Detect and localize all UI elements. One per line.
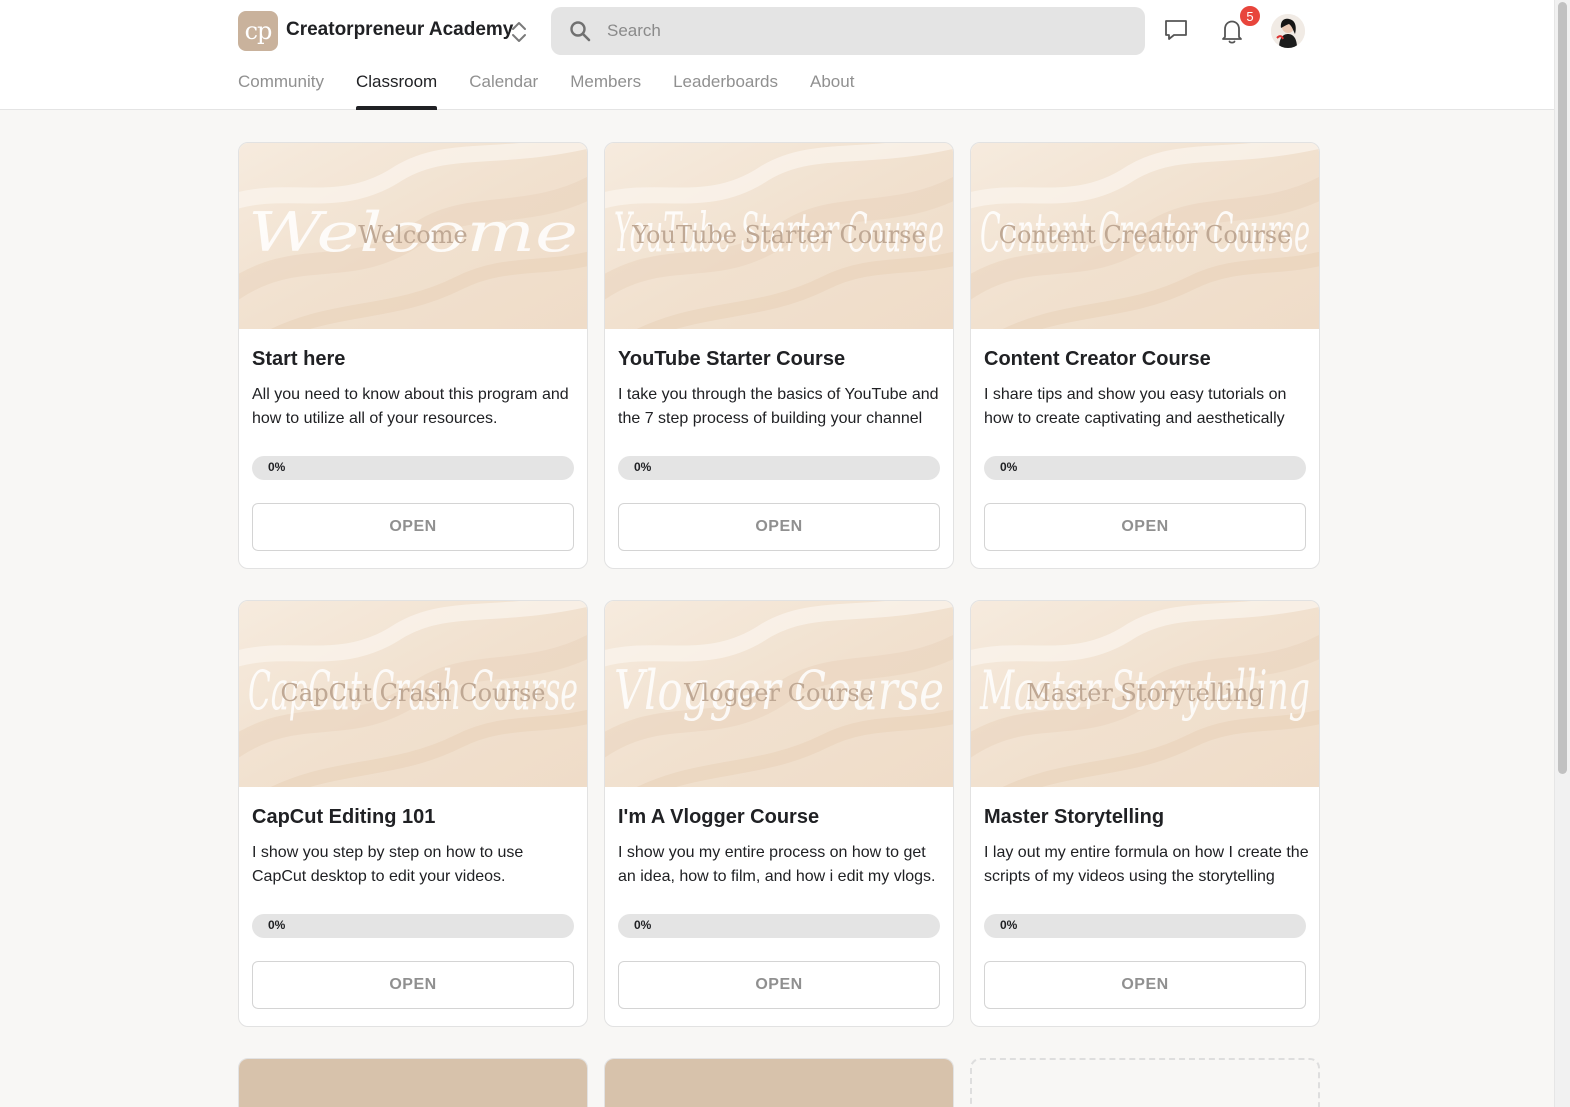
tab-classroom[interactable]: Classroom	[355, 72, 438, 110]
course-description: I share tips and show you easy tutorials…	[984, 386, 1287, 427]
course-progress-bar: 0%	[252, 914, 574, 938]
course-cover-image[interactable]: Welcome Welcome	[239, 143, 587, 329]
course-description: I take you through the basics of YouTube…	[618, 386, 939, 427]
search-icon	[569, 20, 591, 42]
progress-label: 0%	[268, 918, 286, 932]
cover-caption-text: Content Creator Course	[999, 221, 1292, 249]
progress-label: 0%	[1000, 918, 1018, 932]
course-card[interactable]: Content Creator Course Content Creator Co…	[970, 142, 1320, 569]
community-name[interactable]: Creatorpreneur Academy	[286, 19, 513, 41]
course-cover-image[interactable]: Vlogger Course Vlogger Course	[605, 601, 953, 787]
course-progress-bar: 0%	[984, 914, 1306, 938]
search-input[interactable]	[607, 7, 1127, 55]
course-title[interactable]: I'm A Vlogger Course	[618, 806, 819, 829]
course-description: I show you my entire process on how to g…	[618, 844, 936, 885]
open-course-button[interactable]: OPEN	[618, 961, 940, 1009]
tab-members[interactable]: Members	[570, 72, 641, 110]
tab-about[interactable]: About	[810, 72, 854, 110]
course-title[interactable]: CapCut Editing 101	[252, 806, 435, 829]
add-course-placeholder[interactable]	[970, 1058, 1320, 1107]
tab-calendar[interactable]: Calendar	[469, 72, 538, 110]
course-title[interactable]: Start here	[252, 348, 345, 371]
course-title[interactable]: Content Creator Course	[984, 348, 1211, 371]
course-cover-image[interactable]: YouTube Starter Course YouTube Starter Co…	[605, 143, 953, 329]
progress-label: 0%	[1000, 460, 1018, 474]
cover-caption-text: Vlogger Course	[683, 679, 874, 707]
course-progress-bar: 0%	[618, 914, 940, 938]
search-bar[interactable]	[551, 7, 1145, 55]
cover-caption-text: CapCut Crash Course	[281, 679, 546, 707]
chat-icon[interactable]	[1162, 16, 1190, 44]
tab-community[interactable]: Community	[238, 72, 324, 110]
open-course-button[interactable]: OPEN	[252, 503, 574, 551]
cover-caption-text: YouTube Starter Course	[631, 221, 925, 249]
course-card[interactable]: Welcome Welcome Start here All you need to …	[238, 142, 588, 569]
progress-label: 0%	[634, 460, 652, 474]
chevron-up-down-icon[interactable]	[508, 18, 530, 46]
cover-caption-text: Welcome	[358, 221, 467, 249]
course-description: I show you step by step on how to use Ca…	[252, 844, 524, 885]
open-course-button[interactable]: OPEN	[984, 961, 1306, 1009]
course-title[interactable]: Master Storytelling	[984, 806, 1164, 829]
progress-label: 0%	[634, 918, 652, 932]
course-title[interactable]: YouTube Starter Course	[618, 348, 845, 371]
course-card[interactable]	[604, 1058, 954, 1107]
course-cover-image[interactable]: Master Storytelling Master Storytelling	[971, 601, 1319, 787]
top-header: cp Creatorpreneur Academy 5 Community Cl…	[0, 0, 1554, 110]
open-course-button[interactable]: OPEN	[984, 503, 1306, 551]
course-progress-bar: 0%	[618, 456, 940, 480]
scrollbar-thumb[interactable]	[1558, 2, 1567, 774]
open-course-button[interactable]: OPEN	[252, 961, 574, 1009]
progress-label: 0%	[268, 460, 286, 474]
course-cover-image[interactable]: Content Creator Course Content Creator Co…	[971, 143, 1319, 329]
cover-caption-text: Master Storytelling	[1026, 679, 1263, 707]
main-tabs: Community Classroom Calendar Members Lea…	[238, 72, 886, 110]
course-description: I lay out my entire formula on how I cre…	[984, 844, 1309, 885]
open-course-button[interactable]: OPEN	[618, 503, 940, 551]
course-cover-image[interactable]	[239, 1059, 587, 1107]
course-card[interactable]	[238, 1058, 588, 1107]
course-card[interactable]: Vlogger Course Vlogger Course I'm A Vlogge…	[604, 600, 954, 1027]
user-avatar[interactable]	[1271, 14, 1305, 48]
course-progress-bar: 0%	[252, 456, 574, 480]
notification-count-badge: 5	[1238, 4, 1262, 28]
course-card[interactable]: CapCut Crash Course CapCut Crash Course Ca…	[238, 600, 588, 1027]
page-scrollbar[interactable]	[1554, 0, 1570, 1107]
course-description: All you need to know about this program …	[252, 386, 569, 427]
course-cover-image[interactable]	[605, 1059, 953, 1107]
course-cover-image[interactable]: CapCut Crash Course CapCut Crash Course	[239, 601, 587, 787]
community-logo[interactable]: cp	[238, 11, 278, 51]
course-card[interactable]: YouTube Starter Course YouTube Starter Co…	[604, 142, 954, 569]
course-progress-bar: 0%	[984, 456, 1306, 480]
tab-leaderboards[interactable]: Leaderboards	[673, 72, 778, 110]
course-card[interactable]: Master Storytelling Master Storytelling Ma…	[970, 600, 1320, 1027]
